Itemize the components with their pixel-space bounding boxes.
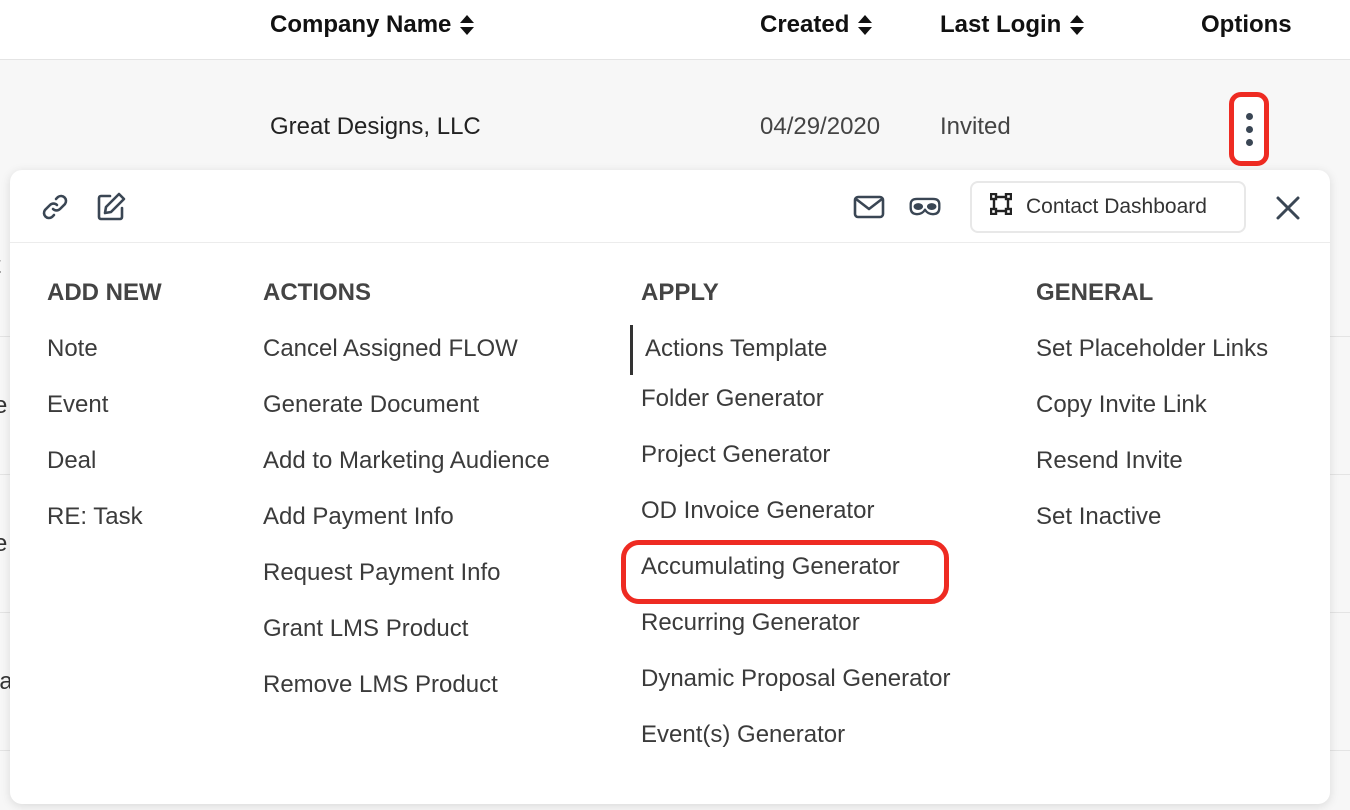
sort-icon[interactable] <box>857 13 873 37</box>
column-header-options: Options <box>1201 10 1292 40</box>
menu-item-recurring-generator[interactable]: Recurring Generator <box>641 605 950 661</box>
options-menu-button[interactable] <box>1229 92 1269 166</box>
dot-icon <box>1245 125 1253 133</box>
link-icon[interactable] <box>38 190 72 224</box>
menu-item-remove-lms-product[interactable]: Remove LMS Product <box>263 667 550 723</box>
column-header-company-name[interactable]: Company Name <box>270 10 475 40</box>
menu-item-re-task[interactable]: RE: Task <box>47 499 162 555</box>
menu-item-accumulating-generator[interactable]: Accumulating Generator <box>641 549 950 605</box>
sort-icon[interactable] <box>1069 13 1085 37</box>
menu-heading: ACTIONS <box>263 279 371 306</box>
contact-dashboard-button[interactable]: Contact Dashboard <box>970 181 1246 233</box>
column-header-created[interactable]: Created <box>760 10 873 40</box>
menu-item-cancel-assigned-flow[interactable]: Cancel Assigned FLOW <box>263 331 550 387</box>
dot-icon <box>1245 112 1253 120</box>
sort-icon[interactable] <box>459 13 475 37</box>
menu-item-od-invoice-generator[interactable]: OD Invoice Generator <box>641 493 950 549</box>
clipped-row-text: e <box>0 530 8 557</box>
menu-heading: ADD NEW <box>47 279 162 306</box>
menu-item-grant-lms-product[interactable]: Grant LMS Product <box>263 611 550 667</box>
menu-item-folder-generator[interactable]: Folder Generator <box>641 381 950 437</box>
menu-item-note[interactable]: Note <box>47 331 162 387</box>
close-icon[interactable] <box>1272 192 1304 224</box>
impersonate-mask-icon[interactable] <box>908 190 942 224</box>
menu-item-events-generator[interactable]: Event(s) Generator <box>641 717 950 773</box>
created-cell: 04/29/2020 <box>760 113 881 140</box>
menu-item-add-payment-info[interactable]: Add Payment Info <box>263 499 550 555</box>
menu-column-actions: ACTIONS Cancel Assigned FLOW Generate Do… <box>263 275 550 723</box>
menu-item-copy-invite-link[interactable]: Copy Invite Link <box>1036 387 1268 443</box>
email-icon[interactable] <box>852 190 886 224</box>
menu-heading: APPLY <box>641 279 719 306</box>
menu-item-request-payment-info[interactable]: Request Payment Info <box>263 555 550 611</box>
menu-heading: GENERAL <box>1036 279 1154 306</box>
column-header-label: Last Login <box>940 11 1062 38</box>
menu-item-project-generator[interactable]: Project Generator <box>641 437 950 493</box>
menu-column-general: GENERAL Set Placeholder Links Copy Invit… <box>1036 275 1268 555</box>
edit-icon[interactable] <box>94 190 128 224</box>
dashboard-icon <box>989 192 1013 221</box>
menu-column-add-new: ADD NEW Note Event Deal RE: Task <box>47 275 162 555</box>
column-header-last-login[interactable]: Last Login <box>940 10 1085 40</box>
menu-item-event[interactable]: Event <box>47 387 162 443</box>
menu-item-add-to-marketing-audience[interactable]: Add to Marketing Audience <box>263 443 550 499</box>
clipped-row-text: e <box>0 392 8 419</box>
clipped-row-text: t <box>0 252 1 280</box>
menu-item-deal[interactable]: Deal <box>47 443 162 499</box>
table-row[interactable] <box>0 61 1350 169</box>
popup-toolbar: Contact Dashboard <box>10 170 1330 243</box>
menu-item-resend-invite[interactable]: Resend Invite <box>1036 443 1268 499</box>
page: Company Name Created Last Login Options … <box>0 0 1350 810</box>
menu-item-set-placeholder-links[interactable]: Set Placeholder Links <box>1036 331 1268 387</box>
table-header: Company Name Created Last Login Options <box>0 0 1350 60</box>
column-header-label: Options <box>1201 11 1292 38</box>
menu-item-generate-document[interactable]: Generate Document <box>263 387 550 443</box>
column-header-label: Company Name <box>270 11 452 38</box>
menu-item-actions-template[interactable]: Actions Template <box>630 325 950 375</box>
dot-icon <box>1245 138 1253 146</box>
contact-dashboard-label: Contact Dashboard <box>1026 195 1207 218</box>
options-popup: Contact Dashboard ADD NEW Note Event Dea… <box>10 170 1330 804</box>
company-name-cell[interactable]: Great Designs, LLC <box>270 112 481 142</box>
menu-column-apply: APPLY Actions Template Folder Generator … <box>630 275 950 773</box>
column-header-label: Created <box>760 11 850 38</box>
menu-item-set-inactive[interactable]: Set Inactive <box>1036 499 1268 555</box>
last-login-cell: Invited <box>940 113 1011 140</box>
menu-item-dynamic-proposal-generator[interactable]: Dynamic Proposal Generator <box>641 661 950 717</box>
